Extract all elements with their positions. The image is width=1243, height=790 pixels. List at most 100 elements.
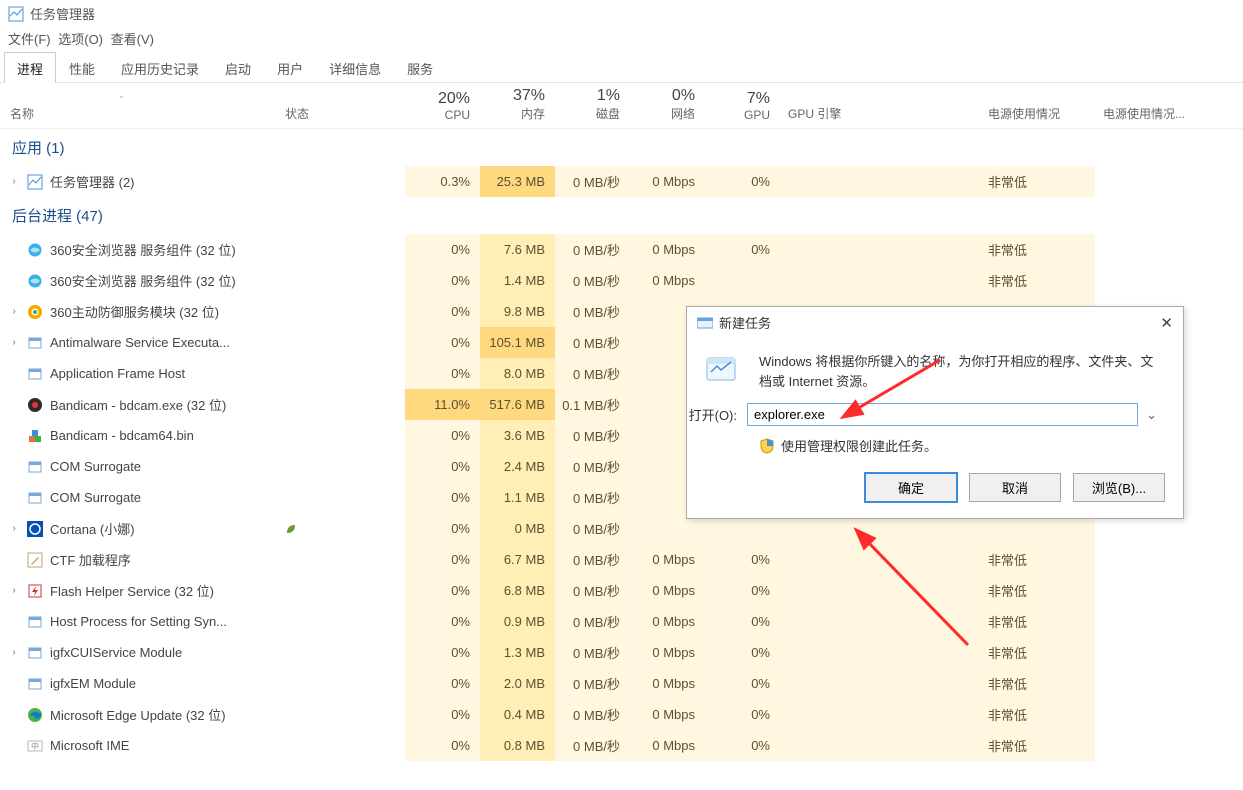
process-icon [26, 427, 44, 445]
cpu-cell: 0% [405, 544, 480, 575]
memory-cell: 6.7 MB [480, 544, 555, 575]
col-memory-header[interactable]: 37% 内存 [480, 87, 555, 128]
disk-cell: 0.1 MB/秒 [555, 389, 630, 420]
process-icon [26, 173, 44, 191]
tab-processes[interactable]: 进程 [4, 52, 56, 83]
col-power2-header[interactable]: 电源使用情况... [1095, 105, 1210, 128]
dialog-titlebar[interactable]: 新建任务 ✕ [687, 307, 1183, 338]
col-cpu-header[interactable]: 20% CPU [405, 90, 480, 128]
memory-cell: 3.6 MB [480, 420, 555, 451]
col-gpu-engine-header[interactable]: GPU 引擎 [780, 105, 980, 128]
process-name: igfxEM Module [50, 676, 136, 691]
table-row[interactable]: igfxEM Module 0% 2.0 MB 0 MB/秒 0 Mbps 0%… [0, 668, 1243, 699]
power-cell: 非常低 [980, 606, 1095, 637]
gpu-engine-cell [780, 699, 980, 730]
expand-icon[interactable]: › [8, 585, 20, 596]
cpu-cell: 11.0% [405, 389, 480, 420]
table-row[interactable]: › 任务管理器 (2) 0.3% 25.3 MB 0 MB/秒 0 Mbps 0… [0, 166, 1243, 197]
process-icon: 中 [26, 737, 44, 755]
cpu-cell: 0% [405, 296, 480, 327]
table-row[interactable]: › Flash Helper Service (32 位) 0% 6.8 MB … [0, 575, 1243, 606]
memory-cell: 0.8 MB [480, 730, 555, 761]
col-name-header[interactable]: ˆ 名称 [0, 95, 285, 128]
network-cell: 0 Mbps [630, 544, 705, 575]
menu-options[interactable]: 选项(O) [58, 32, 103, 47]
col-network-header[interactable]: 0% 网络 [630, 87, 705, 128]
gpu-engine-cell [780, 265, 980, 296]
open-input[interactable] [747, 403, 1138, 426]
disk-cell: 0 MB/秒 [555, 451, 630, 482]
tab-details[interactable]: 详细信息 [316, 52, 394, 83]
memory-cell: 7.6 MB [480, 234, 555, 265]
gpu-engine-cell [780, 637, 980, 668]
process-name: Bandicam - bdcam.exe (32 位) [50, 395, 226, 414]
task-manager-icon [8, 6, 24, 22]
gpu-cell: 0% [705, 730, 780, 761]
process-icon [26, 334, 44, 352]
group-apps[interactable]: 应用 (1) [0, 129, 1243, 166]
gpu-cell: 0% [705, 637, 780, 668]
power-cell: 非常低 [980, 575, 1095, 606]
table-row[interactable]: › igfxCUIService Module 0% 1.3 MB 0 MB/秒… [0, 637, 1243, 668]
process-name: 360安全浏览器 服务组件 (32 位) [50, 240, 236, 259]
expand-icon[interactable]: › [8, 176, 20, 187]
run-dialog-icon [697, 316, 713, 330]
tab-services[interactable]: 服务 [394, 52, 446, 83]
cpu-cell: 0.3% [405, 166, 480, 197]
tabbar: 进程 性能 应用历史记录 启动 用户 详细信息 服务 [0, 52, 1243, 83]
gpu-cell: 0% [705, 166, 780, 197]
process-icon [26, 520, 44, 538]
gpu-engine-cell [780, 730, 980, 761]
ok-button[interactable]: 确定 [865, 473, 957, 502]
col-power-header[interactable]: 电源使用情况 [980, 105, 1095, 128]
gpu-engine-cell [780, 668, 980, 699]
table-row[interactable]: 中 Microsoft IME 0% 0.8 MB 0 MB/秒 0 Mbps … [0, 730, 1243, 761]
process-icon [26, 613, 44, 631]
menu-file[interactable]: 文件(F) [8, 32, 51, 47]
tab-startup[interactable]: 启动 [212, 52, 264, 83]
cpu-cell: 0% [405, 606, 480, 637]
process-name: COM Surrogate [50, 459, 141, 474]
expand-icon[interactable]: › [8, 647, 20, 658]
process-icon [26, 303, 44, 321]
disk-cell: 0 MB/秒 [555, 327, 630, 358]
gpu-engine-cell [780, 166, 980, 197]
gpu-cell: 0% [705, 606, 780, 637]
tab-performance[interactable]: 性能 [56, 52, 108, 83]
expand-icon[interactable]: › [8, 306, 20, 317]
disk-cell: 0 MB/秒 [555, 575, 630, 606]
cpu-cell: 0% [405, 358, 480, 389]
tab-users[interactable]: 用户 [264, 52, 316, 83]
network-cell: 0 Mbps [630, 606, 705, 637]
table-row[interactable]: Host Process for Setting Syn... 0% 0.9 M… [0, 606, 1243, 637]
process-icon [26, 675, 44, 693]
cancel-button[interactable]: 取消 [969, 473, 1061, 502]
power-cell: 非常低 [980, 265, 1095, 296]
gpu-cell: 0% [705, 544, 780, 575]
dropdown-icon[interactable]: ⌄ [1138, 407, 1165, 423]
sort-indicator-icon: ˆ [10, 95, 285, 105]
memory-cell: 1.1 MB [480, 482, 555, 513]
table-row[interactable]: 360安全浏览器 服务组件 (32 位) 0% 1.4 MB 0 MB/秒 0 … [0, 265, 1243, 296]
power-cell: 非常低 [980, 544, 1095, 575]
tab-app-history[interactable]: 应用历史记录 [108, 52, 212, 83]
menu-view[interactable]: 查看(V) [111, 32, 154, 47]
expand-icon[interactable]: › [8, 337, 20, 348]
col-gpu-header[interactable]: 7% GPU [705, 90, 780, 128]
col-status-header[interactable]: 状态 [285, 105, 405, 128]
table-row[interactable]: 360安全浏览器 服务组件 (32 位) 0% 7.6 MB 0 MB/秒 0 … [0, 234, 1243, 265]
table-row[interactable]: CTF 加载程序 0% 6.7 MB 0 MB/秒 0 Mbps 0% 非常低 [0, 544, 1243, 575]
status-cell [285, 523, 405, 535]
group-background[interactable]: 后台进程 (47) [0, 197, 1243, 234]
gpu-cell: 0% [705, 234, 780, 265]
process-icon [26, 396, 44, 414]
network-cell: 0 Mbps [630, 166, 705, 197]
table-row[interactable]: Microsoft Edge Update (32 位) 0% 0.4 MB 0… [0, 699, 1243, 730]
menubar: 文件(F) 选项(O) 查看(V) [0, 27, 1243, 52]
close-icon[interactable]: ✕ [1160, 314, 1173, 332]
browse-button[interactable]: 浏览(B)... [1073, 473, 1165, 502]
process-name: 360安全浏览器 服务组件 (32 位) [50, 271, 236, 290]
expand-icon[interactable]: › [8, 523, 20, 534]
col-disk-header[interactable]: 1% 磁盘 [555, 87, 630, 128]
gpu-cell: 0% [705, 668, 780, 699]
